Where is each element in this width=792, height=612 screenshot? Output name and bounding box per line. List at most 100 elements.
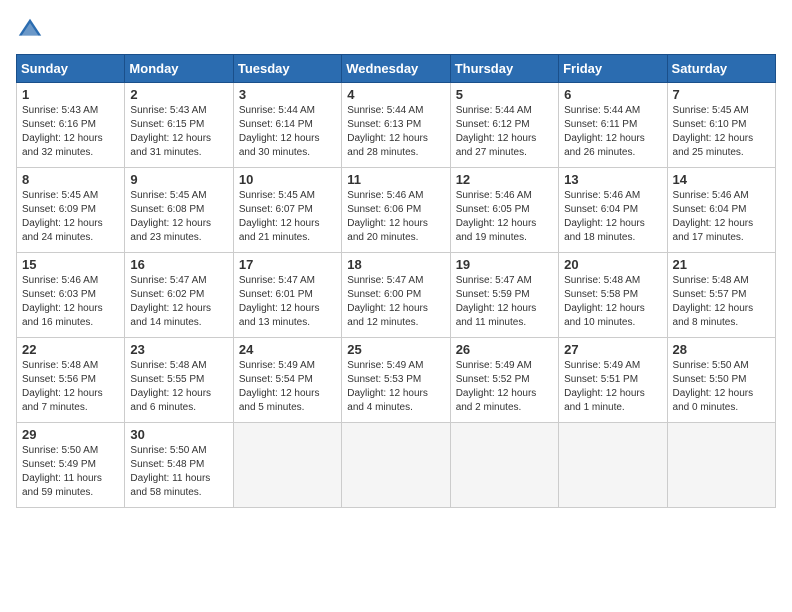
col-header-friday: Friday <box>559 55 667 83</box>
day-info: Sunrise: 5:48 AM Sunset: 5:57 PM Dayligh… <box>673 274 770 330</box>
day-info: Sunrise: 5:49 AM Sunset: 5:54 PM Dayligh… <box>239 359 336 415</box>
day-number: 20 <box>564 257 661 272</box>
day-info: Sunrise: 5:50 AM Sunset: 5:48 PM Dayligh… <box>130 444 227 500</box>
page-header <box>16 16 776 44</box>
day-cell: 19 Sunrise: 5:47 AM Sunset: 5:59 PM Dayli… <box>450 253 558 338</box>
day-cell: 27 Sunrise: 5:49 AM Sunset: 5:51 PM Dayli… <box>559 338 667 423</box>
day-info: Sunrise: 5:48 AM Sunset: 5:58 PM Dayligh… <box>564 274 661 330</box>
day-cell: 4 Sunrise: 5:44 AM Sunset: 6:13 PM Daylig… <box>342 83 450 168</box>
day-cell: 10 Sunrise: 5:45 AM Sunset: 6:07 PM Dayli… <box>233 168 341 253</box>
day-number: 21 <box>673 257 770 272</box>
day-cell: 26 Sunrise: 5:49 AM Sunset: 5:52 PM Dayli… <box>450 338 558 423</box>
week-row-4: 22Sunrise: 5:48 AM Sunset: 5:56 PM Dayli… <box>17 338 776 423</box>
col-header-saturday: Saturday <box>667 55 775 83</box>
day-number: 9 <box>130 172 227 187</box>
day-number: 7 <box>673 87 770 102</box>
logo <box>16 16 48 44</box>
day-cell: 9 Sunrise: 5:45 AM Sunset: 6:08 PM Daylig… <box>125 168 233 253</box>
day-cell: 22Sunrise: 5:48 AM Sunset: 5:56 PM Dayli… <box>17 338 125 423</box>
day-number: 30 <box>130 427 227 442</box>
day-cell: 25 Sunrise: 5:49 AM Sunset: 5:53 PM Dayli… <box>342 338 450 423</box>
day-info: Sunrise: 5:47 AM Sunset: 6:01 PM Dayligh… <box>239 274 336 330</box>
day-info: Sunrise: 5:46 AM Sunset: 6:03 PM Dayligh… <box>22 274 119 330</box>
day-cell <box>233 423 341 508</box>
day-info: Sunrise: 5:46 AM Sunset: 6:04 PM Dayligh… <box>673 189 770 245</box>
day-cell: 28 Sunrise: 5:50 AM Sunset: 5:50 PM Dayli… <box>667 338 775 423</box>
day-info: Sunrise: 5:44 AM Sunset: 6:14 PM Dayligh… <box>239 104 336 160</box>
day-number: 19 <box>456 257 553 272</box>
day-number: 3 <box>239 87 336 102</box>
day-number: 24 <box>239 342 336 357</box>
day-info: Sunrise: 5:44 AM Sunset: 6:11 PM Dayligh… <box>564 104 661 160</box>
day-number: 2 <box>130 87 227 102</box>
week-row-2: 8 Sunrise: 5:45 AM Sunset: 6:09 PM Daylig… <box>17 168 776 253</box>
day-info: Sunrise: 5:46 AM Sunset: 6:05 PM Dayligh… <box>456 189 553 245</box>
day-info: Sunrise: 5:45 AM Sunset: 6:09 PM Dayligh… <box>22 189 119 245</box>
day-cell: 13 Sunrise: 5:46 AM Sunset: 6:04 PM Dayli… <box>559 168 667 253</box>
day-number: 25 <box>347 342 444 357</box>
day-cell: 29 Sunrise: 5:50 AM Sunset: 5:49 PM Dayli… <box>17 423 125 508</box>
day-info: Sunrise: 5:45 AM Sunset: 6:08 PM Dayligh… <box>130 189 227 245</box>
day-cell: 17 Sunrise: 5:47 AM Sunset: 6:01 PM Dayli… <box>233 253 341 338</box>
day-info: Sunrise: 5:43 AM Sunset: 6:16 PM Dayligh… <box>22 104 119 160</box>
day-cell: 16 Sunrise: 5:47 AM Sunset: 6:02 PM Dayli… <box>125 253 233 338</box>
day-info: Sunrise: 5:45 AM Sunset: 6:07 PM Dayligh… <box>239 189 336 245</box>
day-info: Sunrise: 5:47 AM Sunset: 5:59 PM Dayligh… <box>456 274 553 330</box>
day-cell: 7 Sunrise: 5:45 AM Sunset: 6:10 PM Daylig… <box>667 83 775 168</box>
col-header-monday: Monday <box>125 55 233 83</box>
day-number: 10 <box>239 172 336 187</box>
day-number: 13 <box>564 172 661 187</box>
day-number: 12 <box>456 172 553 187</box>
day-info: Sunrise: 5:46 AM Sunset: 6:04 PM Dayligh… <box>564 189 661 245</box>
day-cell: 3 Sunrise: 5:44 AM Sunset: 6:14 PM Daylig… <box>233 83 341 168</box>
day-number: 17 <box>239 257 336 272</box>
week-row-1: 1 Sunrise: 5:43 AM Sunset: 6:16 PM Daylig… <box>17 83 776 168</box>
calendar-table: SundayMondayTuesdayWednesdayThursdayFrid… <box>16 54 776 508</box>
day-cell: 12 Sunrise: 5:46 AM Sunset: 6:05 PM Dayli… <box>450 168 558 253</box>
day-cell: 18Sunrise: 5:47 AM Sunset: 6:00 PM Dayli… <box>342 253 450 338</box>
day-info: Sunrise: 5:44 AM Sunset: 6:13 PM Dayligh… <box>347 104 444 160</box>
day-number: 18 <box>347 257 444 272</box>
day-cell: 2 Sunrise: 5:43 AM Sunset: 6:15 PM Daylig… <box>125 83 233 168</box>
day-number: 8 <box>22 172 119 187</box>
calendar-header-row: SundayMondayTuesdayWednesdayThursdayFrid… <box>17 55 776 83</box>
day-info: Sunrise: 5:45 AM Sunset: 6:10 PM Dayligh… <box>673 104 770 160</box>
day-info: Sunrise: 5:48 AM Sunset: 5:55 PM Dayligh… <box>130 359 227 415</box>
day-cell: 15 Sunrise: 5:46 AM Sunset: 6:03 PM Dayli… <box>17 253 125 338</box>
day-info: Sunrise: 5:47 AM Sunset: 6:02 PM Dayligh… <box>130 274 227 330</box>
day-info: Sunrise: 5:48 AM Sunset: 5:56 PM Dayligh… <box>22 359 119 415</box>
day-info: Sunrise: 5:49 AM Sunset: 5:53 PM Dayligh… <box>347 359 444 415</box>
day-number: 23 <box>130 342 227 357</box>
day-number: 1 <box>22 87 119 102</box>
day-cell: 8 Sunrise: 5:45 AM Sunset: 6:09 PM Daylig… <box>17 168 125 253</box>
col-header-sunday: Sunday <box>17 55 125 83</box>
day-number: 27 <box>564 342 661 357</box>
day-cell: 23 Sunrise: 5:48 AM Sunset: 5:55 PM Dayli… <box>125 338 233 423</box>
day-number: 5 <box>456 87 553 102</box>
day-number: 28 <box>673 342 770 357</box>
day-info: Sunrise: 5:49 AM Sunset: 5:51 PM Dayligh… <box>564 359 661 415</box>
day-cell: 24 Sunrise: 5:49 AM Sunset: 5:54 PM Dayli… <box>233 338 341 423</box>
day-cell <box>342 423 450 508</box>
day-info: Sunrise: 5:50 AM Sunset: 5:49 PM Dayligh… <box>22 444 119 500</box>
day-info: Sunrise: 5:49 AM Sunset: 5:52 PM Dayligh… <box>456 359 553 415</box>
logo-icon <box>16 16 44 44</box>
day-info: Sunrise: 5:46 AM Sunset: 6:06 PM Dayligh… <box>347 189 444 245</box>
day-info: Sunrise: 5:43 AM Sunset: 6:15 PM Dayligh… <box>130 104 227 160</box>
day-number: 26 <box>456 342 553 357</box>
day-info: Sunrise: 5:50 AM Sunset: 5:50 PM Dayligh… <box>673 359 770 415</box>
day-number: 15 <box>22 257 119 272</box>
day-number: 4 <box>347 87 444 102</box>
day-number: 29 <box>22 427 119 442</box>
day-cell: 14Sunrise: 5:46 AM Sunset: 6:04 PM Dayli… <box>667 168 775 253</box>
day-cell: 6 Sunrise: 5:44 AM Sunset: 6:11 PM Daylig… <box>559 83 667 168</box>
day-number: 6 <box>564 87 661 102</box>
col-header-tuesday: Tuesday <box>233 55 341 83</box>
day-number: 16 <box>130 257 227 272</box>
day-cell: 20 Sunrise: 5:48 AM Sunset: 5:58 PM Dayli… <box>559 253 667 338</box>
day-number: 11 <box>347 172 444 187</box>
day-cell: 21 Sunrise: 5:48 AM Sunset: 5:57 PM Dayli… <box>667 253 775 338</box>
day-cell <box>667 423 775 508</box>
week-row-3: 15 Sunrise: 5:46 AM Sunset: 6:03 PM Dayli… <box>17 253 776 338</box>
day-cell <box>450 423 558 508</box>
